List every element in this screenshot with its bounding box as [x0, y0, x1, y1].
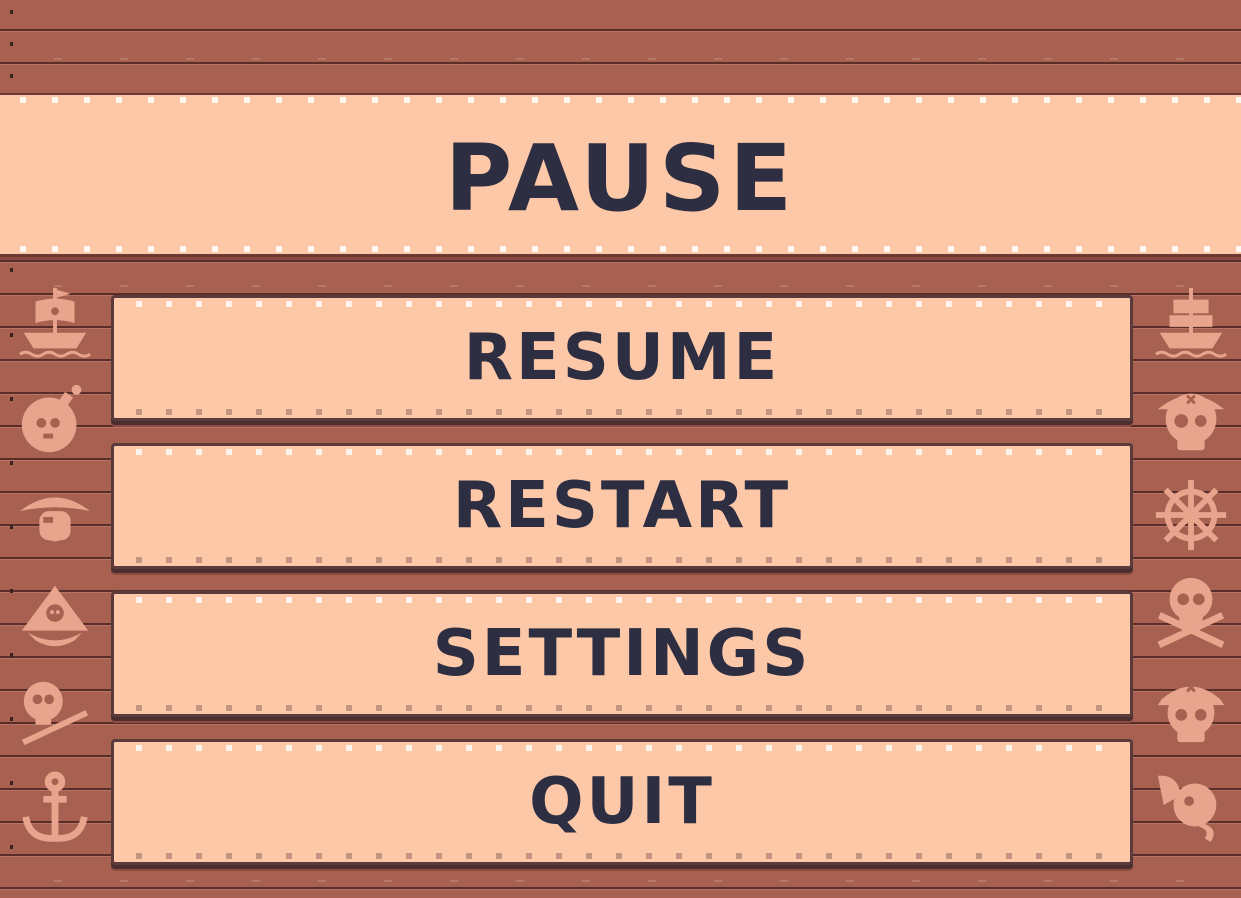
quit-button[interactable]: QUIT — [111, 739, 1133, 865]
nail — [10, 397, 13, 401]
nail — [10, 461, 13, 465]
nail — [10, 268, 13, 272]
nail — [10, 42, 13, 46]
resume-button-label: RESUME — [463, 321, 781, 395]
pause-title: PAUSE — [444, 125, 797, 232]
pirate-ship-icon — [16, 284, 94, 362]
bomb-skull-icon — [16, 380, 94, 458]
resume-button[interactable]: RESUME — [111, 295, 1133, 421]
nail — [10, 10, 13, 14]
pirate-ship-icon — [1152, 284, 1230, 362]
quit-button-label: QUIT — [529, 765, 715, 839]
plank-seam — [0, 285, 1241, 287]
nail — [10, 525, 13, 529]
ship-wheel-icon — [1152, 476, 1230, 554]
settings-button[interactable]: SETTINGS — [111, 591, 1133, 717]
bandana-skull-icon — [1152, 670, 1230, 748]
title-banner: PAUSE — [0, 93, 1241, 257]
parrot-icon — [1152, 766, 1230, 844]
anchor-icon — [16, 770, 94, 848]
nail — [10, 74, 13, 78]
eyepatch-skull-icon — [1152, 380, 1230, 458]
restart-button-label: RESTART — [452, 469, 792, 543]
skull-crossbones-icon — [16, 674, 94, 752]
plank-seam — [0, 880, 1241, 882]
restart-button[interactable]: RESTART — [111, 443, 1133, 569]
nail — [10, 333, 13, 337]
skull-crossbones-icon — [1152, 572, 1230, 650]
nail — [10, 653, 13, 657]
nail — [10, 589, 13, 593]
nail — [10, 781, 13, 785]
plank-seam — [0, 58, 1241, 60]
nail — [10, 845, 13, 849]
nail — [10, 717, 13, 721]
settings-button-label: SETTINGS — [432, 617, 812, 691]
pirate-hat-skull-icon — [16, 576, 94, 654]
pirate-captain-icon — [16, 478, 94, 556]
